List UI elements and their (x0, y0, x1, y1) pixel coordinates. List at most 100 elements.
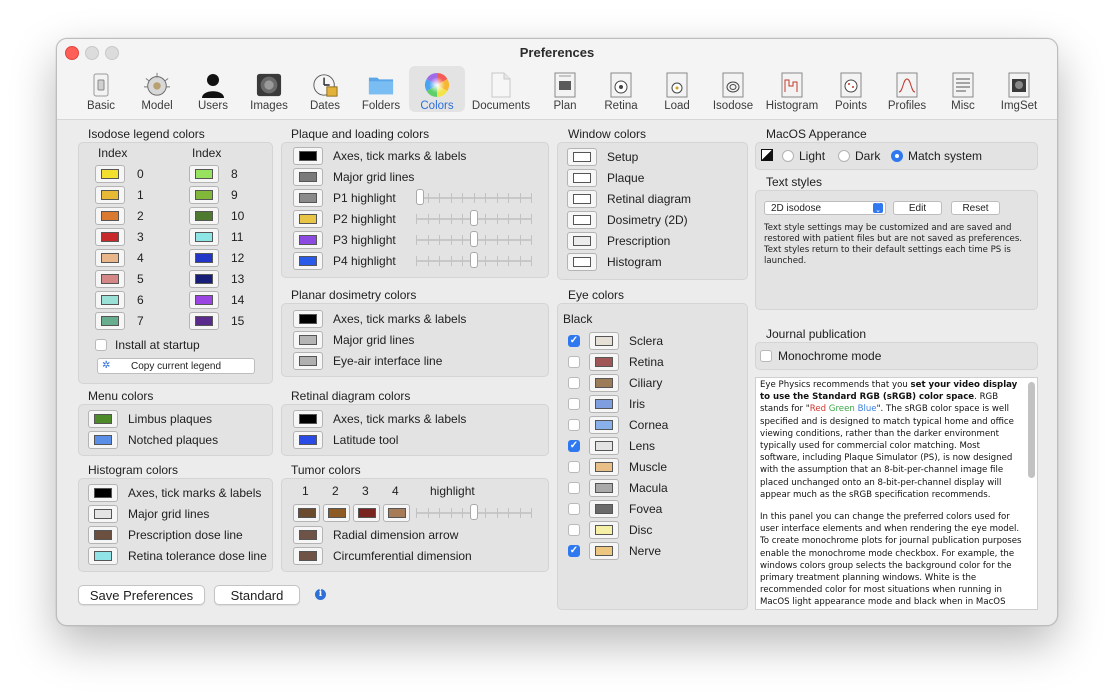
tab-folders[interactable]: Folders (353, 66, 409, 112)
color-well[interactable] (589, 416, 619, 434)
tab-colors[interactable]: Colors (409, 66, 465, 112)
histogram-color-retina-tolerance-dose-line[interactable]: Retina tolerance dose line (88, 546, 267, 566)
windowc-color-setup[interactable]: Setup (567, 147, 638, 167)
color-well[interactable] (293, 410, 323, 428)
visibility-checkbox[interactable] (568, 461, 580, 473)
plaque-highlight-slider-3[interactable] (416, 231, 532, 247)
appearance-dark-option[interactable]: Dark (838, 146, 880, 166)
color-well[interactable] (95, 291, 125, 309)
color-well[interactable] (95, 312, 125, 330)
color-well[interactable] (589, 500, 619, 518)
isodose-color-2[interactable]: 2 (95, 206, 144, 226)
isodose-color-13[interactable]: 13 (189, 269, 244, 289)
plaque-highlight-slider-4[interactable] (416, 252, 532, 268)
visibility-checkbox[interactable] (568, 524, 580, 536)
color-well[interactable] (88, 547, 118, 565)
plaque-color-p4-highlight[interactable]: P4 highlight (293, 251, 396, 271)
tumor-highlight-slider[interactable] (416, 504, 532, 520)
color-well[interactable] (293, 168, 323, 186)
color-well[interactable] (589, 542, 619, 560)
windowc-color-prescription[interactable]: Prescription (567, 231, 670, 251)
copy-legend-button[interactable]: ✲ Copy current legend (97, 358, 255, 374)
color-well[interactable] (189, 186, 219, 204)
menu-color-notched-plaques[interactable]: Notched plaques (88, 430, 218, 450)
color-well[interactable] (589, 437, 619, 455)
plaque-color-major-grid-lines[interactable]: Major grid lines (293, 167, 414, 187)
isodose-color-6[interactable]: 6 (95, 290, 144, 310)
color-well[interactable] (95, 270, 125, 288)
tab-plan[interactable]: Plan (537, 66, 593, 112)
color-well[interactable] (293, 547, 323, 565)
slider-knob[interactable] (470, 252, 478, 268)
visibility-checkbox[interactable] (568, 482, 580, 494)
install-at-startup-checkbox[interactable]: Install at startup (95, 335, 200, 355)
eye-color-ciliary[interactable]: Ciliary (568, 373, 662, 393)
isodose-color-0[interactable]: 0 (95, 164, 144, 184)
eye-color-fovea[interactable]: Fovea (568, 499, 662, 519)
tab-images[interactable]: Images (241, 66, 297, 112)
color-well[interactable] (293, 189, 323, 207)
color-well[interactable] (589, 374, 619, 392)
plaque-color-axes-tick-marks-labels[interactable]: Axes, tick marks & labels (293, 146, 466, 166)
tumor-color-4[interactable] (383, 504, 410, 522)
color-well[interactable] (189, 165, 219, 183)
isodose-color-12[interactable]: 12 (189, 248, 244, 268)
visibility-checkbox[interactable] (568, 356, 580, 368)
plaque-highlight-slider-1[interactable] (416, 189, 532, 205)
text-style-edit-button[interactable]: Edit (893, 201, 942, 215)
color-well[interactable] (95, 207, 125, 225)
journal-help-text[interactable]: Eye Physics recommends that you set your… (755, 377, 1038, 610)
slider-knob[interactable] (416, 189, 424, 205)
color-well[interactable] (589, 521, 619, 539)
color-well[interactable] (88, 431, 118, 449)
isodose-color-10[interactable]: 10 (189, 206, 244, 226)
visibility-checkbox[interactable] (568, 440, 580, 452)
monochrome-mode-checkbox[interactable]: Monochrome mode (760, 346, 881, 366)
color-well[interactable] (88, 505, 118, 523)
color-well[interactable] (88, 410, 118, 428)
isodose-color-7[interactable]: 7 (95, 311, 144, 331)
planar-color-eye-air-interface-line[interactable]: Eye-air interface line (293, 351, 442, 371)
color-well[interactable] (567, 190, 597, 208)
eye-color-nerve[interactable]: Nerve (568, 541, 661, 561)
visibility-checkbox[interactable] (568, 503, 580, 515)
eye-color-macula[interactable]: Macula (568, 478, 668, 498)
tab-users[interactable]: Users (185, 66, 241, 112)
isodose-color-11[interactable]: 11 (189, 227, 243, 247)
isodose-color-4[interactable]: 4 (95, 248, 144, 268)
appearance-light-option[interactable]: Light (782, 146, 825, 166)
color-well[interactable] (95, 186, 125, 204)
install-checkbox-box[interactable] (95, 339, 107, 351)
plaque-highlight-slider-2[interactable] (416, 210, 532, 226)
color-well[interactable] (88, 484, 118, 502)
retinal-color-latitude-tool[interactable]: Latitude tool (293, 430, 398, 450)
color-well[interactable] (567, 232, 597, 250)
color-well[interactable] (88, 526, 118, 544)
color-well[interactable] (567, 148, 597, 166)
color-well[interactable] (189, 228, 219, 246)
eye-color-lens[interactable]: Lens (568, 436, 655, 456)
isodose-color-9[interactable]: 9 (189, 185, 238, 205)
histogram-color-major-grid-lines[interactable]: Major grid lines (88, 504, 209, 524)
isodose-color-5[interactable]: 5 (95, 269, 144, 289)
save-preferences-button[interactable]: Save Preferences (78, 585, 205, 605)
text-style-select[interactable]: 2D isodose ⌃ ⌄ (764, 201, 886, 215)
windowc-color-retinal-diagram[interactable]: Retinal diagram (567, 189, 691, 209)
tab-retina[interactable]: Retina (593, 66, 649, 112)
tumor-color-2[interactable] (323, 504, 350, 522)
color-well[interactable] (293, 352, 323, 370)
planar-color-axes-tick-marks-labels[interactable]: Axes, tick marks & labels (293, 309, 466, 329)
windowc-color-plaque[interactable]: Plaque (567, 168, 644, 188)
color-well[interactable] (189, 291, 219, 309)
eye-color-sclera[interactable]: Sclera (568, 331, 663, 351)
radio-light[interactable] (782, 150, 794, 162)
color-well[interactable] (589, 395, 619, 413)
menu-color-limbus-plaques[interactable]: Limbus plaques (88, 409, 212, 429)
retinal-color-axes-tick-marks-labels[interactable]: Axes, tick marks & labels (293, 409, 466, 429)
slider-knob[interactable] (470, 504, 478, 520)
visibility-checkbox[interactable] (568, 377, 580, 389)
tumor-color-1[interactable] (293, 504, 320, 522)
isodose-color-1[interactable]: 1 (95, 185, 144, 205)
color-well[interactable] (567, 253, 597, 271)
tab-isodose[interactable]: Isodose (705, 66, 761, 112)
